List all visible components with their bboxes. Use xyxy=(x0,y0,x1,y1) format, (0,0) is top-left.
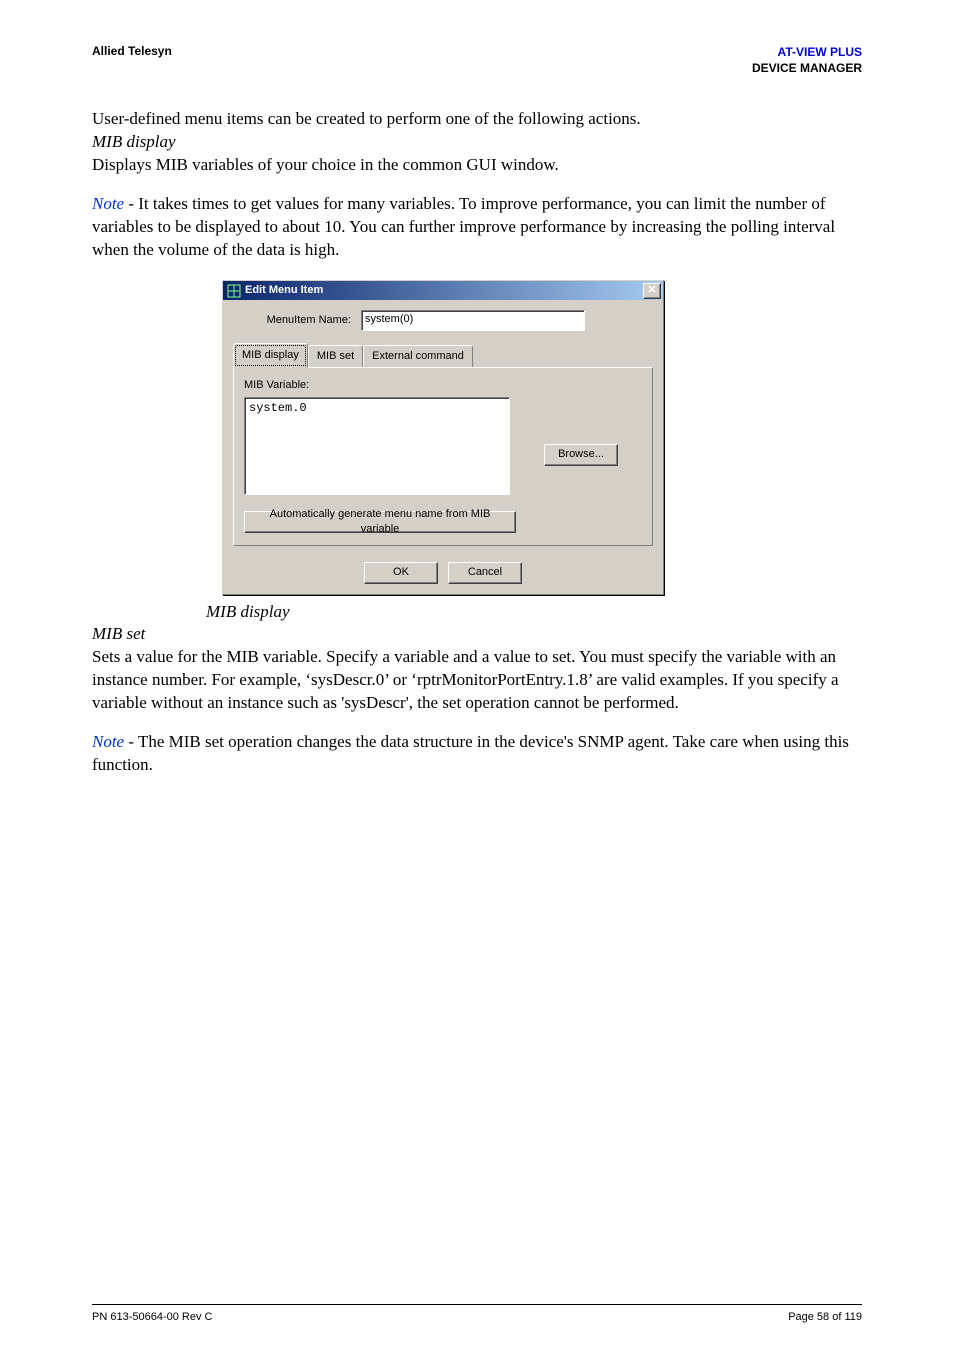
footer-partnumber: PN 613-50664-00 Rev C xyxy=(92,1311,212,1323)
edit-menu-item-dialog: Edit Menu Item ✕ MenuItem Name: system(0… xyxy=(222,280,664,595)
mib-set-paragraph: Sets a value for the MIB variable. Speci… xyxy=(92,646,862,715)
mib-display-note: Note - It takes times to get values for … xyxy=(92,193,862,262)
dialog-caption: MIB display xyxy=(206,601,862,624)
tab-mib-display[interactable]: MIB display xyxy=(233,343,308,368)
note-text: - It takes times to get values for many … xyxy=(92,194,835,259)
tab-external-command[interactable]: External command xyxy=(363,345,473,367)
cancel-button[interactable]: Cancel xyxy=(448,562,522,584)
close-button[interactable]: ✕ xyxy=(643,283,661,299)
mib-variable-input[interactable]: system.0 xyxy=(244,397,510,495)
mib-variable-label: MIB Variable: xyxy=(244,378,642,393)
app-icon xyxy=(226,283,241,298)
header-product: AT-VIEW PLUS xyxy=(752,44,862,60)
mib-set-heading: MIB set xyxy=(92,623,862,646)
tab-strip: MIB display MIB set External command xyxy=(233,343,653,367)
menuitem-name-input[interactable]: system(0) xyxy=(361,310,585,331)
browse-button[interactable]: Browse... xyxy=(544,444,618,466)
tab-page-mib-display: MIB Variable: system.0 Browse... Automat… xyxy=(233,367,653,546)
menuitem-name-label: MenuItem Name: xyxy=(233,313,361,328)
note-label: Note xyxy=(92,194,124,213)
note-label: Note xyxy=(92,732,124,751)
footer-page-number: Page 58 of 119 xyxy=(788,1311,862,1323)
close-icon: ✕ xyxy=(647,285,656,296)
ok-button[interactable]: OK xyxy=(364,562,438,584)
tab-mib-set[interactable]: MIB set xyxy=(308,345,363,367)
dialog-titlebar: Edit Menu Item ✕ xyxy=(223,281,663,300)
mib-display-heading: MIB display xyxy=(92,131,862,154)
mib-display-paragraph: Displays MIB variables of your choice in… xyxy=(92,154,862,177)
mib-set-note: Note - The MIB set operation changes the… xyxy=(92,731,862,777)
note-text: - The MIB set operation changes the data… xyxy=(92,732,849,774)
dialog-title: Edit Menu Item xyxy=(245,283,643,298)
header-subtitle: DEVICE MANAGER xyxy=(752,60,862,76)
footer-divider xyxy=(92,1304,862,1305)
header-brand: Allied Telesyn xyxy=(92,44,172,58)
intro-paragraph: User-defined menu items can be created t… xyxy=(92,108,862,131)
auto-generate-button[interactable]: Automatically generate menu name from MI… xyxy=(244,511,516,533)
